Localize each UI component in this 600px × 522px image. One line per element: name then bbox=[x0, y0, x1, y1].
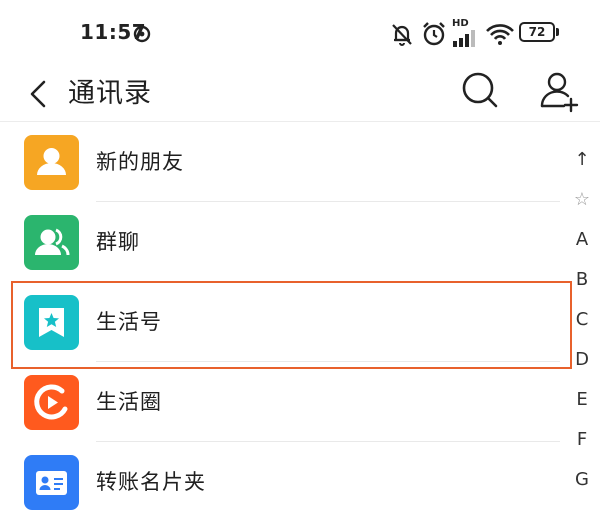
index-letter-a[interactable]: A bbox=[568, 220, 596, 260]
life-circle-tile bbox=[24, 375, 79, 430]
alarm-icon bbox=[423, 22, 445, 46]
search-icon bbox=[462, 72, 498, 108]
index-letter-c[interactable]: C bbox=[568, 300, 596, 340]
list-item-transfer-cards[interactable]: 转账名片夹 bbox=[0, 442, 560, 522]
add-friend-button[interactable] bbox=[538, 68, 582, 116]
list-item-group-chats[interactable]: 群聊 bbox=[0, 202, 560, 282]
search-button[interactable] bbox=[458, 68, 502, 112]
wifi-icon bbox=[486, 24, 514, 45]
index-letter-b[interactable]: B bbox=[568, 260, 596, 300]
new-friends-tile bbox=[24, 135, 79, 190]
signal-icon bbox=[453, 30, 475, 47]
list-item-label: 转账名片夹 bbox=[96, 470, 206, 494]
circle-play-icon bbox=[34, 384, 68, 420]
page-title: 通讯录 bbox=[68, 78, 152, 109]
index-letter-d[interactable]: D bbox=[568, 340, 596, 380]
battery-level: 72 bbox=[528, 25, 546, 39]
index-letter-e[interactable]: E bbox=[568, 380, 596, 420]
chevron-left-icon bbox=[30, 80, 46, 108]
alphabet-index[interactable]: ↑ ☆ A B C D E F G bbox=[568, 140, 596, 500]
status-icons: HD bbox=[0, 16, 600, 52]
list-item-label: 新的朋友 bbox=[96, 150, 184, 174]
list-item-new-friends[interactable]: 新的朋友 bbox=[0, 122, 560, 202]
transfer-cards-tile bbox=[24, 455, 79, 510]
index-letter-f[interactable]: F bbox=[568, 420, 596, 460]
add-user-icon bbox=[540, 72, 579, 113]
back-button[interactable] bbox=[20, 72, 60, 116]
group-chats-tile bbox=[24, 215, 79, 270]
index-starred[interactable]: ☆ bbox=[568, 180, 596, 220]
highlight-box bbox=[11, 281, 572, 369]
person-icon bbox=[37, 148, 66, 175]
status-bar: 11:57 HD 72 bbox=[0, 0, 600, 64]
list-item-label: 生活圈 bbox=[96, 390, 162, 414]
battery-cap bbox=[556, 28, 559, 36]
battery-icon: 72 bbox=[519, 22, 555, 42]
index-top[interactable]: ↑ bbox=[568, 140, 596, 180]
index-letter-g[interactable]: G bbox=[568, 460, 596, 500]
list-item-life-circle[interactable]: 生活圈 bbox=[0, 362, 560, 442]
card-icon bbox=[36, 471, 67, 495]
mute-bell-icon bbox=[392, 24, 412, 46]
list-item-label: 群聊 bbox=[96, 230, 140, 254]
header-bar: 通讯录 bbox=[0, 64, 600, 122]
group-icon bbox=[35, 228, 70, 256]
